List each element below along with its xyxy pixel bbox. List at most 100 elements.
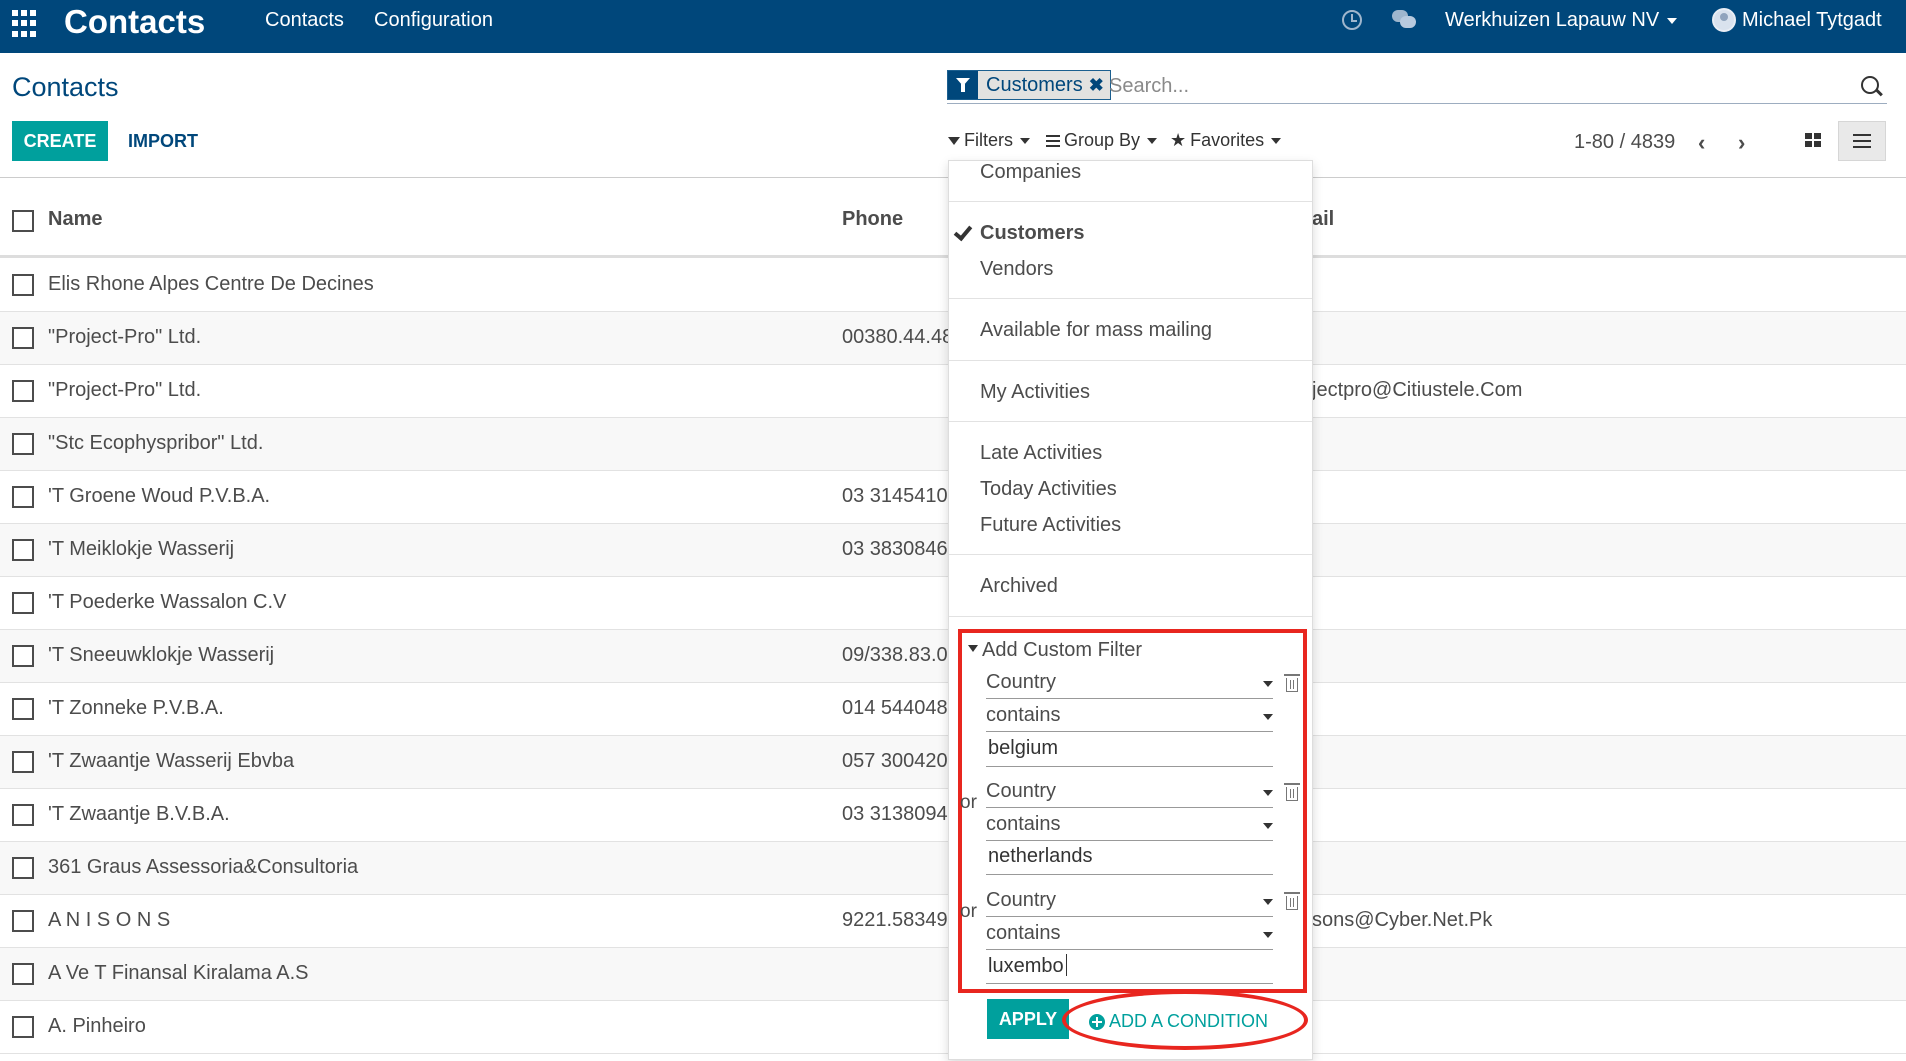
row-checkbox[interactable] — [12, 910, 34, 932]
row-checkbox[interactable] — [12, 698, 34, 720]
row-checkbox[interactable] — [12, 433, 34, 455]
filter-companies[interactable]: Companies — [980, 161, 1081, 184]
custom-filter-toggle[interactable]: Add Custom Filter — [968, 639, 1142, 662]
cell-name: 'T Zonneke P.V.B.A. — [48, 697, 224, 719]
row-checkbox[interactable] — [12, 963, 34, 985]
delete-condition-icon[interactable] — [1284, 892, 1300, 910]
text-cursor — [1065, 954, 1067, 976]
filter-archived[interactable]: Archived — [980, 575, 1058, 598]
cell-phone: 03 3145410 — [842, 485, 948, 507]
condition-operator-value: contains — [986, 922, 1061, 944]
favorites-toggle[interactable]: ★ Favorites — [1170, 130, 1282, 151]
row-checkbox[interactable] — [12, 592, 34, 614]
list-view-icon[interactable] — [1838, 121, 1886, 161]
cell-name: 'T Zwaantje B.V.B.A. — [48, 803, 230, 825]
pager-previous-icon[interactable]: ‹ — [1698, 130, 1705, 156]
divider — [949, 554, 1312, 555]
condition-field-value: Country — [986, 780, 1057, 802]
condition-field-select[interactable]: Country — [986, 671, 1273, 699]
row-checkbox[interactable] — [12, 274, 34, 296]
cell-name: 'T Meiklokje Wasserij — [48, 538, 235, 560]
chevron-down-icon — [1263, 714, 1273, 720]
condition-field-value: Country — [986, 889, 1057, 911]
condition-operator-select[interactable]: contains — [986, 922, 1273, 950]
delete-condition-icon[interactable] — [1284, 783, 1300, 801]
pager-value[interactable]: 1-80 / 4839 — [1574, 131, 1675, 154]
filter-late-activities[interactable]: Late Activities — [980, 442, 1102, 465]
checkmark-icon — [953, 221, 973, 242]
menu-configuration[interactable]: Configuration — [374, 9, 493, 32]
activity-clock-icon[interactable] — [1342, 10, 1362, 30]
apply-button[interactable]: APPLY — [987, 999, 1069, 1039]
filter-customers-label: Customers — [980, 222, 1085, 244]
delete-condition-icon[interactable] — [1284, 674, 1300, 692]
row-checkbox[interactable] — [12, 380, 34, 402]
groupby-toggle[interactable]: Group By — [1046, 130, 1158, 151]
search-input[interactable] — [1109, 72, 1809, 100]
cell-name: A Ve T Finansal Kiralama A.S — [48, 962, 309, 984]
condition-value-input[interactable]: luxembo — [986, 954, 1273, 984]
chevron-down-icon — [1263, 899, 1273, 905]
condition-operator-select[interactable]: contains — [986, 813, 1273, 841]
cell-name: A N I S O N S — [48, 909, 171, 931]
row-checkbox[interactable] — [12, 327, 34, 349]
divider — [949, 201, 1312, 202]
chevron-down-icon — [1271, 137, 1282, 144]
chevron-down-icon — [1147, 137, 1158, 144]
facet-label: Customers — [986, 73, 1083, 96]
user-menu[interactable]: Michael Tytgadt — [1742, 9, 1882, 32]
apps-menu-icon[interactable] — [12, 10, 40, 38]
row-checkbox[interactable] — [12, 645, 34, 667]
filter-future-activities[interactable]: Future Activities — [980, 514, 1121, 537]
avatar[interactable] — [1712, 8, 1736, 32]
cell-name: "Project-Pro" Ltd. — [48, 379, 202, 401]
discuss-chat-icon[interactable] — [1392, 10, 1416, 30]
filter-icon — [948, 136, 960, 145]
condition-value-text: luxembo — [988, 955, 1064, 977]
cell-name: 'T Zwaantje Wasserij Ebvba — [48, 750, 295, 772]
select-all-checkbox[interactable] — [12, 210, 34, 232]
condition-value-input[interactable]: netherlands — [986, 845, 1273, 875]
cell-phone: 014 544048 — [842, 697, 948, 719]
condition-field-select[interactable]: Country — [986, 780, 1273, 808]
facet-remove-icon[interactable]: ✖ — [1089, 75, 1110, 96]
row-checkbox[interactable] — [12, 804, 34, 826]
create-button[interactable]: CREATE — [12, 121, 108, 161]
condition-operator-select[interactable]: contains — [986, 704, 1273, 732]
groupby-label: Group By — [1064, 130, 1141, 150]
app-brand: Contacts — [64, 3, 206, 40]
pager-next-icon[interactable]: › — [1738, 130, 1745, 156]
condition-value-input[interactable]: belgium — [986, 737, 1273, 767]
row-checkbox[interactable] — [12, 486, 34, 508]
filter-vendors[interactable]: Vendors — [980, 258, 1053, 281]
column-name-header[interactable]: Name — [48, 208, 102, 231]
caret-down-icon — [968, 645, 978, 652]
row-checkbox[interactable] — [12, 751, 34, 773]
filter-today-activities[interactable]: Today Activities — [980, 478, 1117, 501]
column-email-header[interactable]: ail — [1312, 208, 1334, 231]
row-checkbox[interactable] — [12, 539, 34, 561]
chevron-down-icon — [1263, 823, 1273, 829]
search-icon[interactable] — [1861, 76, 1879, 94]
company-switcher[interactable]: Werkhuizen Lapauw NV — [1445, 9, 1678, 32]
column-phone-header[interactable]: Phone — [842, 208, 903, 231]
filter-mass-mailing[interactable]: Available for mass mailing — [980, 319, 1212, 342]
filters-dropdown: Companies Customers Vendors Available fo… — [948, 160, 1313, 1060]
cell-phone: 057 300420 — [842, 750, 948, 772]
cell-name: A. Pinheiro — [48, 1015, 146, 1037]
filter-customers[interactable]: Customers — [953, 221, 1085, 245]
row-checkbox[interactable] — [12, 1016, 34, 1038]
divider — [949, 421, 1312, 422]
filter-my-activities[interactable]: My Activities — [980, 381, 1090, 404]
search-bar: Customers ✖ — [947, 70, 1887, 104]
import-button[interactable]: IMPORT — [128, 131, 198, 152]
condition-field-select[interactable]: Country — [986, 889, 1273, 917]
row-checkbox[interactable] — [12, 857, 34, 879]
star-icon: ★ — [1170, 130, 1187, 150]
condition-value-text: netherlands — [988, 845, 1093, 867]
filters-toggle[interactable]: Filters — [948, 130, 1030, 151]
kanban-view-icon[interactable] — [1796, 123, 1830, 157]
menu-contacts[interactable]: Contacts — [265, 9, 344, 32]
condition-operator-value: contains — [986, 704, 1061, 726]
filter-icon — [948, 71, 978, 99]
